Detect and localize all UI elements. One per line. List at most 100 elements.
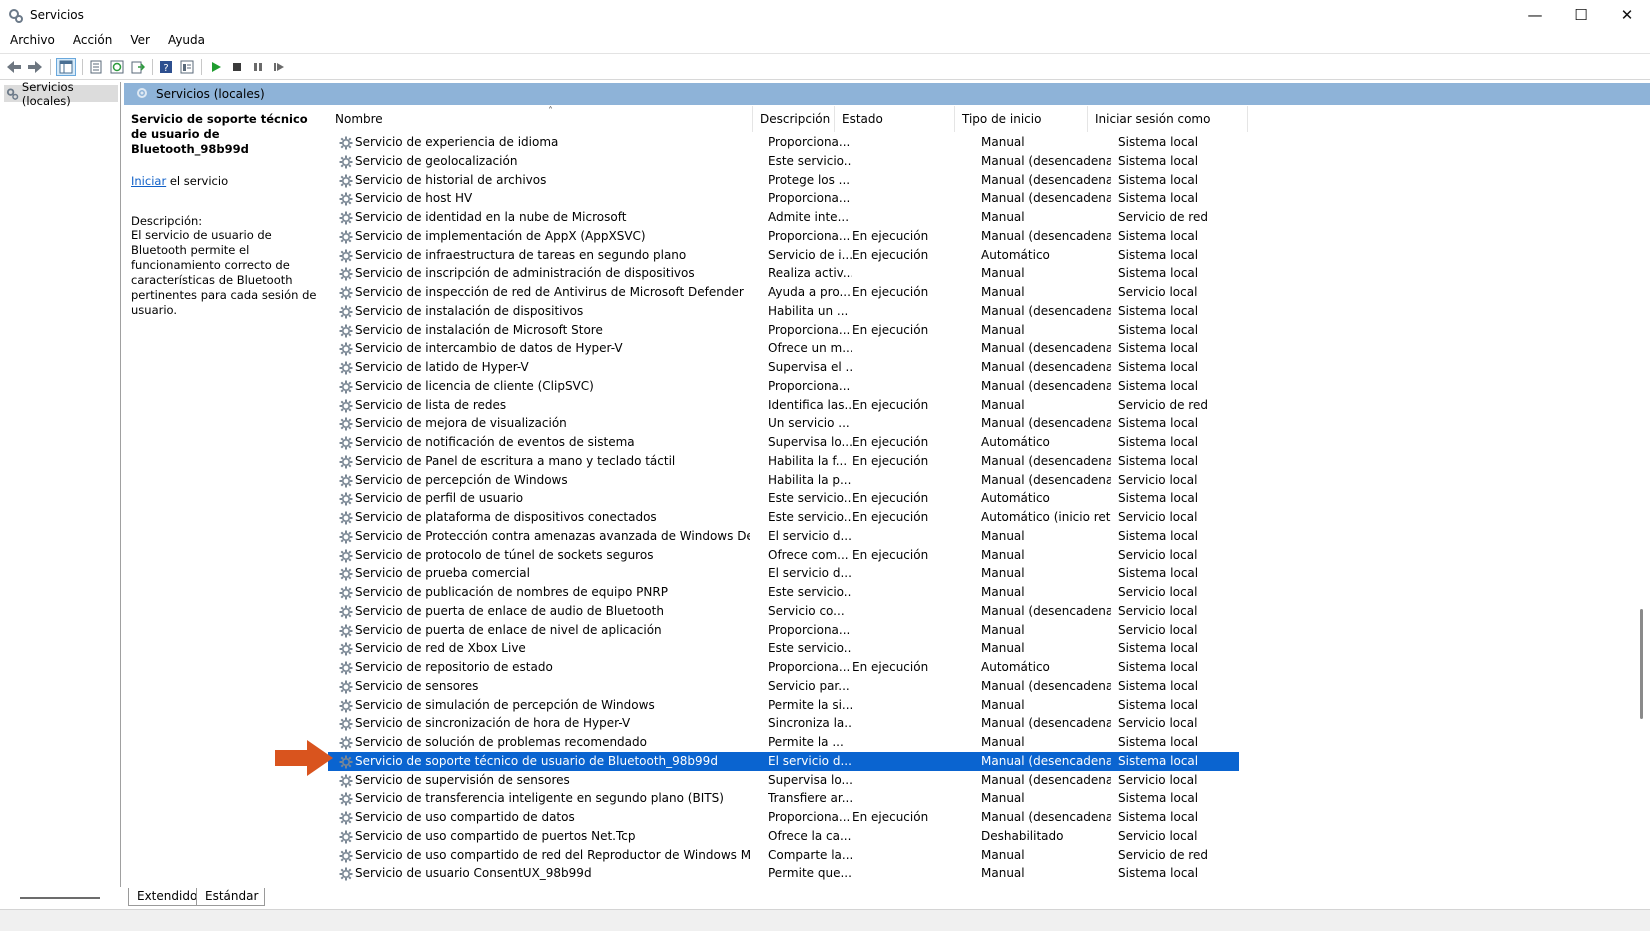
refresh-button[interactable] — [107, 58, 127, 76]
cell-name: Servicio de uso compartido de datos — [355, 810, 575, 824]
cell-state — [852, 846, 972, 865]
properties-button[interactable] — [86, 58, 106, 76]
table-row[interactable]: Servicio de usuario ConsentUX_98b99d Perm… — [328, 864, 1239, 883]
menu-archivo[interactable]: Archivo — [0, 32, 63, 52]
table-row[interactable]: Servicio de implementación de AppX (AppX… — [328, 227, 1239, 246]
menu-accion[interactable]: Acción — [63, 32, 120, 52]
table-row[interactable]: Servicio de geolocalización Este servicio… — [328, 152, 1239, 171]
play-icon — [212, 62, 221, 72]
table-row[interactable]: Servicio de host HV Proporciona... Manual … — [328, 189, 1239, 208]
table-row[interactable]: Servicio de notificación de eventos de s… — [328, 433, 1239, 452]
start-service-link[interactable]: Iniciar — [131, 174, 166, 188]
close-button[interactable]: ✕ — [1604, 0, 1650, 30]
maximize-button[interactable]: ☐ — [1558, 0, 1604, 30]
table-row[interactable]: Servicio de solución de problemas recome… — [328, 733, 1239, 752]
table-row[interactable]: Servicio de infraestructura de tareas en… — [328, 246, 1239, 265]
scrollbar-thumb[interactable] — [1640, 609, 1643, 719]
cell-logon-as: Servicio local — [1118, 510, 1198, 524]
extended-view-icon — [180, 60, 194, 74]
console-tree-button[interactable] — [56, 58, 76, 76]
table-row[interactable]: Servicio de mejora de visualización Un se… — [328, 414, 1239, 433]
table-row[interactable]: Servicio de uso compartido de datos Propo… — [328, 808, 1239, 827]
table-row[interactable]: Servicio de instalación de dispositivos H… — [328, 302, 1239, 321]
table-row[interactable]: Servicio de historial de archivos Protege… — [328, 171, 1239, 190]
table-row[interactable]: Servicio de sincronización de hora de Hy… — [328, 714, 1239, 733]
table-row[interactable]: Servicio de soporte técnico de usuario d… — [328, 751, 1239, 771]
gear-icon — [338, 191, 354, 207]
cell-description: Este servicio... — [768, 510, 852, 524]
column-logon-as[interactable]: Iniciar sesión como — [1088, 106, 1248, 132]
table-row[interactable]: Servicio de licencia de cliente (ClipSVC… — [328, 377, 1239, 396]
export-list-button[interactable] — [128, 58, 148, 76]
tab-extended[interactable]: Extendido — [128, 888, 205, 906]
column-state[interactable]: Estado — [835, 106, 955, 132]
table-row[interactable]: Servicio de latido de Hyper-V Supervisa e… — [328, 358, 1239, 377]
cell-state — [852, 171, 972, 190]
table-row[interactable]: Servicio de publicación de nombres de eq… — [328, 583, 1239, 602]
cell-name: Servicio de solución de problemas recome… — [355, 735, 647, 749]
cell-logon-as: Sistema local — [1118, 228, 1199, 243]
table-row[interactable]: Servicio de uso compartido de red del Re… — [328, 846, 1239, 865]
start-service-button[interactable] — [206, 58, 226, 76]
column-header: ˄ Nombre Descripción Estado Tipo de inic… — [328, 106, 1640, 132]
table-row[interactable]: Servicio de percepción de Windows Habilit… — [328, 471, 1239, 490]
stop-icon — [233, 63, 241, 71]
column-name[interactable]: Nombre — [328, 106, 753, 132]
cell-logon-as: Sistema local — [1118, 660, 1199, 674]
table-row[interactable]: Servicio de plataforma de dispositivos c… — [328, 508, 1239, 527]
tree-node-services-local[interactable]: Servicios (locales) — [4, 80, 118, 108]
tree-horizontal-scrollbar[interactable] — [20, 897, 100, 899]
help-button[interactable]: ? — [156, 58, 176, 76]
cell-state: En ejecución — [852, 435, 929, 449]
cell-description: Habilita la p... — [768, 472, 852, 487]
cell-logon-as: Sistema local — [1118, 435, 1199, 449]
restart-service-button[interactable] — [269, 58, 289, 76]
extended-view-button[interactable] — [177, 58, 197, 76]
table-row[interactable]: Servicio de perfil de usuario Este servic… — [328, 489, 1239, 508]
table-row[interactable]: Servicio de inscripción de administració… — [328, 264, 1239, 283]
menu-ver[interactable]: Ver — [120, 32, 158, 52]
table-row[interactable]: Servicio de puerta de enlace de audio de… — [328, 602, 1239, 621]
table-row[interactable]: Servicio de simulación de percepción de … — [328, 696, 1239, 715]
forward-button[interactable] — [25, 58, 45, 76]
tab-standard[interactable]: Estándar — [196, 888, 266, 906]
gear-icon — [338, 491, 354, 507]
cell-state: En ejecución — [852, 228, 929, 243]
cell-description: Permite la si... — [768, 697, 852, 712]
cell-name: Servicio de uso compartido de puertos Ne… — [355, 828, 636, 843]
column-startup-type[interactable]: Tipo de inicio — [955, 106, 1088, 132]
cell-description: Proporciona... — [768, 622, 851, 637]
service-action: Iniciar el servicio — [131, 174, 318, 188]
stop-service-button[interactable] — [227, 58, 247, 76]
properties-icon — [90, 60, 102, 74]
table-row[interactable]: Servicio de uso compartido de puertos Ne… — [328, 827, 1239, 846]
minimize-button[interactable]: — — [1512, 0, 1558, 30]
cell-logon-as: Sistema local — [1118, 266, 1199, 281]
table-row[interactable]: Servicio de repositorio de estado Proporc… — [328, 658, 1239, 677]
table-row[interactable]: Servicio de prueba comercial El servicio … — [328, 564, 1239, 583]
table-row[interactable]: Servicio de transferencia inteligente en… — [328, 789, 1239, 808]
cell-startup-type: Manual — [981, 266, 1025, 281]
vertical-scrollbar[interactable] — [1637, 106, 1649, 886]
cell-state — [852, 639, 972, 658]
back-button[interactable] — [4, 58, 24, 76]
table-row[interactable]: Servicio de protocolo de túnel de socket… — [328, 546, 1239, 565]
table-row[interactable]: Servicio de supervisión de sensores Super… — [328, 771, 1239, 790]
table-row[interactable]: Servicio de experiencia de idioma Proporc… — [328, 133, 1239, 152]
table-row[interactable]: Servicio de intercambio de datos de Hype… — [328, 339, 1239, 358]
table-row[interactable]: Servicio de instalación de Microsoft Sto… — [328, 321, 1239, 340]
cell-logon-as: Servicio local — [1118, 585, 1198, 599]
cell-description: Proporciona... — [768, 378, 851, 393]
table-row[interactable]: Servicio de puerta de enlace de nivel de… — [328, 621, 1239, 640]
table-row[interactable]: Servicio de Panel de escritura a mano y … — [328, 452, 1239, 471]
table-row[interactable]: Servicio de sensores Servicio par... Manua… — [328, 677, 1239, 696]
table-row[interactable]: Servicio de Protección contra amenazas a… — [328, 527, 1239, 546]
pause-service-button[interactable] — [248, 58, 268, 76]
column-description[interactable]: Descripción — [753, 106, 835, 132]
table-row[interactable]: Servicio de inspección de red de Antivir… — [328, 283, 1239, 302]
table-row[interactable]: Servicio de lista de redes Identifica las… — [328, 396, 1239, 415]
menu-ayuda[interactable]: Ayuda — [158, 32, 213, 52]
table-row[interactable]: Servicio de identidad en la nube de Micr… — [328, 208, 1239, 227]
cell-startup-type: Manual — [981, 791, 1025, 806]
table-row[interactable]: Servicio de red de Xbox Live Este servici… — [328, 639, 1239, 658]
